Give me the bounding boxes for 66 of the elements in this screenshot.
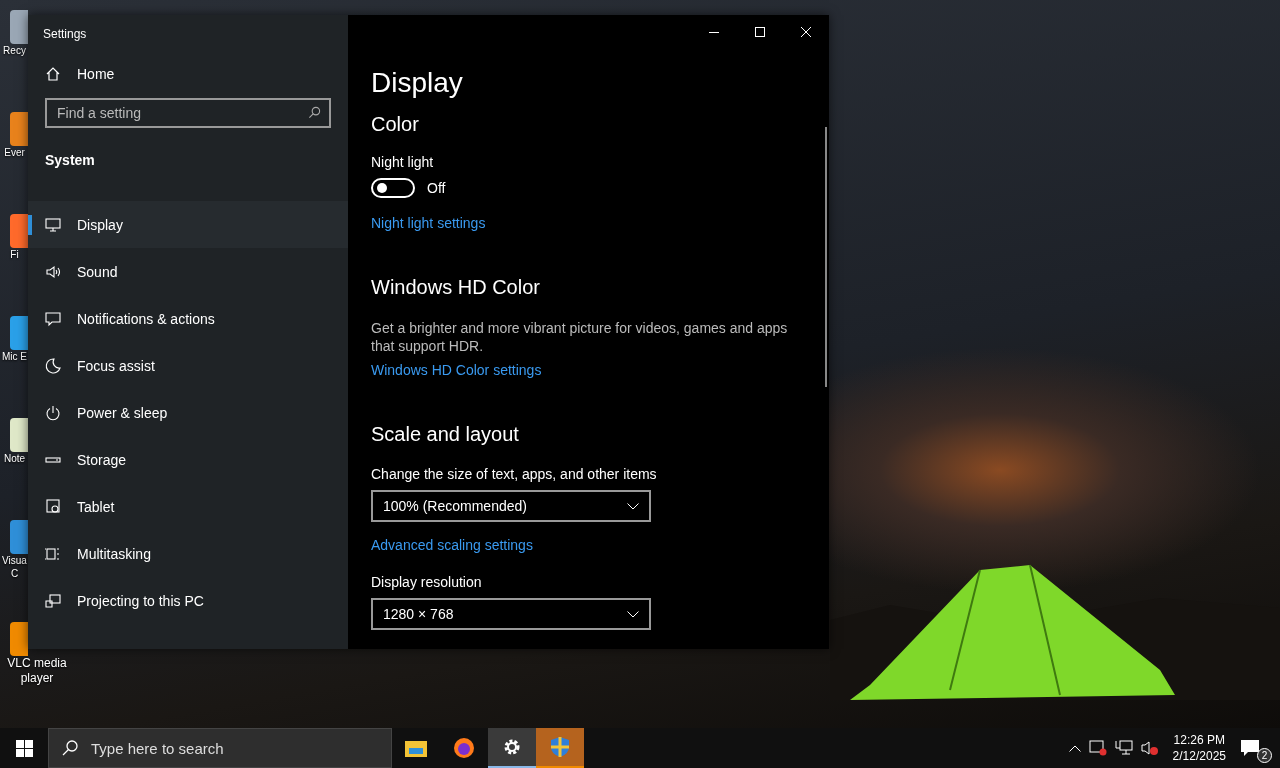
search-icon [308, 106, 321, 119]
setting-label: Night light [371, 154, 435, 170]
desktop-icon-label[interactable]: Ever [1, 146, 28, 159]
sidebar-item[interactable]: Storage [28, 436, 348, 483]
monitor-icon [45, 216, 61, 233]
chevron-down-icon [627, 610, 639, 618]
section-heading: Color [371, 113, 420, 136]
moon-icon [45, 357, 61, 374]
sidebar-item[interactable]: Sound [28, 248, 348, 295]
section-heading: System [44, 151, 96, 170]
sidebar-item[interactable]: Power & sleep [28, 389, 348, 436]
clock-date: 2/12/2025 [1172, 748, 1226, 764]
desktop-icon-label[interactable]: Recy [1, 44, 28, 57]
sidebar-item[interactable]: Multitasking [28, 530, 348, 577]
desktop-icon-label[interactable]: Mic E [1, 350, 28, 363]
search-field[interactable]: Find a setting [45, 98, 331, 128]
night-light-toggle[interactable] [371, 178, 415, 198]
windows-logo-icon [15, 739, 33, 757]
scale-dropdown[interactable]: 100% (Recommended) [371, 490, 651, 522]
notification-icon[interactable] [1240, 739, 1260, 757]
description-text: Get a brighter and more vibrant picture for videos, games and apps that support HDR. [371, 319, 789, 355]
sidebar-item[interactable]: Display [28, 201, 348, 248]
chevron-up-icon[interactable] [1068, 744, 1081, 752]
folder-icon [405, 739, 427, 757]
speech-bubble-icon [45, 310, 61, 327]
sync-error-icon[interactable] [1088, 740, 1107, 756]
close-icon [801, 27, 811, 37]
night-light-settings-link[interactable]: Night light settings [371, 215, 486, 231]
taskbar-app-button[interactable] [488, 728, 536, 768]
chevron-down-icon [627, 502, 639, 510]
gear-icon [502, 737, 522, 757]
desktop-icon-label[interactable]: VLC media player [0, 656, 74, 686]
sidebar-item[interactable]: Focus assist [28, 342, 348, 389]
page-title: Display [371, 67, 464, 99]
section-heading: Scale and layout [371, 423, 520, 446]
window-title: Settings [42, 26, 88, 43]
network-icon[interactable] [1114, 740, 1133, 756]
speaker-icon [45, 263, 61, 280]
muted-speaker-icon[interactable] [1140, 740, 1159, 756]
notification-count: 2 [1257, 748, 1272, 763]
sidebar-item[interactable]: Notifications & actions [28, 295, 348, 342]
projector-icon [45, 592, 61, 609]
setting-label: Display resolution [371, 574, 483, 590]
toggle-state-text: Off [427, 180, 446, 196]
clock[interactable]: 12:26 PM 2/12/2025 [1166, 732, 1232, 764]
clock-time: 12:26 PM [1173, 732, 1225, 748]
power-icon [45, 404, 61, 421]
setting-label: Change the size of text, apps, and other items [371, 466, 658, 482]
sidebar-item[interactable]: Tablet [28, 483, 348, 530]
maximize-icon [755, 27, 765, 37]
scrollbar[interactable] [825, 127, 827, 387]
advanced-scaling-link[interactable]: Advanced scaling settings [371, 537, 533, 553]
desktop-icon-label[interactable]: Fi [1, 248, 28, 261]
section-heading: Windows HD Color [371, 276, 541, 299]
hd-color-settings-link[interactable]: Windows HD Color settings [371, 362, 542, 378]
desktop-icon-label[interactable]: Visua C [1, 554, 28, 580]
taskbar-search-field[interactable]: Type here to search [48, 728, 392, 768]
minimize-icon [709, 31, 719, 33]
sidebar-item[interactable]: Projecting to this PC [28, 577, 348, 624]
home-icon [45, 66, 61, 82]
desktop-icon-label[interactable]: Note [1, 452, 28, 465]
home-nav-item[interactable]: Home [28, 50, 348, 98]
resolution-dropdown[interactable]: 1280 × 768 [371, 598, 651, 630]
shield-icon [550, 736, 570, 758]
tablet-icon [45, 498, 61, 515]
multitask-icon [45, 545, 61, 562]
